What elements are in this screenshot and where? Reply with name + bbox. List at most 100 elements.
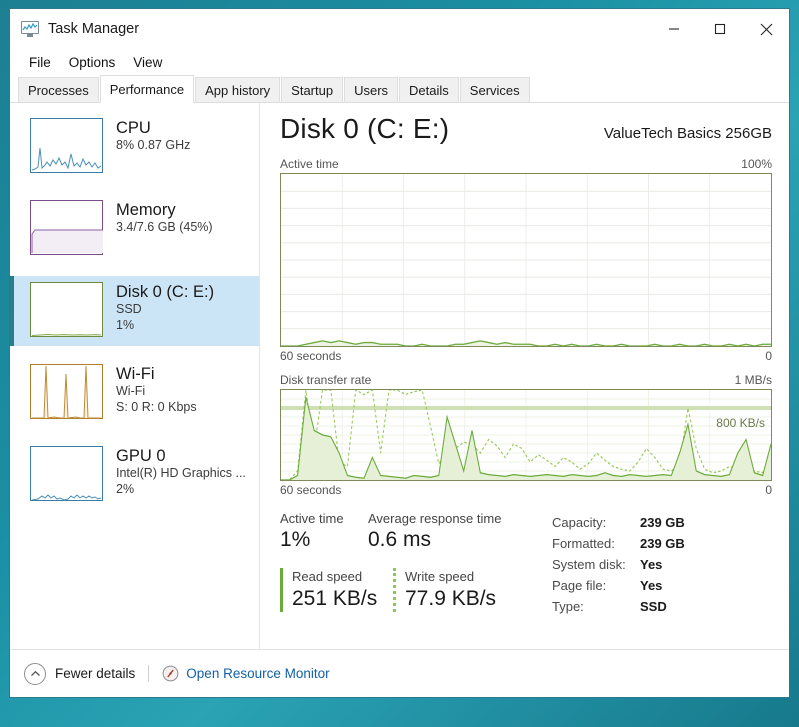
transfer-rate-graph-max: 1 MB/s	[734, 373, 772, 387]
sidebar-item-wifi[interactable]: Wi-Fi Wi-Fi S: 0 R: 0 Kbps	[10, 358, 259, 428]
tab-details[interactable]: Details	[399, 77, 459, 102]
tab-services[interactable]: Services	[459, 77, 530, 102]
sidebar-item-memory[interactable]: Memory 3.4/7.6 GB (45%)	[10, 194, 259, 264]
stat-read-speed-value: 251 KB/s	[292, 587, 378, 610]
detail-row-formatted: Formatted: 239 GB	[552, 533, 685, 554]
sidebar-item-label: Memory	[116, 201, 176, 219]
transfer-rate-footer-right: 0	[765, 483, 772, 497]
stat-average-response-time: Average response time 0.6 ms	[368, 511, 501, 553]
maximize-button[interactable]	[697, 9, 743, 49]
page-title: Disk 0 (C: E:)	[280, 113, 450, 144]
stat-write-speed-value: 77.9 KB/s	[405, 587, 497, 610]
sidebar-item-cpu[interactable]: CPU 8% 0.87 GHz	[10, 112, 259, 182]
sidebar-item-gpu-0[interactable]: GPU 0 Intel(R) HD Graphics ... 2%	[10, 440, 259, 510]
sidebar-item-label: Wi-Fi	[116, 365, 155, 383]
stat-active-time-value: 1%	[280, 528, 311, 551]
menu-item-options[interactable]: Options	[60, 52, 125, 73]
minimize-icon	[669, 28, 679, 30]
stats-right-column: Capacity: 239 GB Formatted: 239 GB Syste…	[532, 511, 685, 617]
menu-item-view[interactable]: View	[124, 52, 171, 73]
detail-value: Yes	[640, 557, 663, 572]
footer-bar: Fewer details Open Resource Monitor	[10, 649, 789, 697]
wifi-thumbnail-graph	[30, 364, 103, 419]
open-resource-monitor-label: Open Resource Monitor	[186, 666, 330, 681]
transfer-rate-graph[interactable]: 800 KB/s	[280, 389, 772, 481]
sidebar-item-label: Disk 0 (C: E:)	[116, 283, 215, 301]
window-title: Task Manager	[48, 21, 140, 37]
window-controls	[651, 9, 789, 49]
detail-value: Yes	[640, 578, 663, 593]
sidebar-item-line1: 3.4/7.6 GB (45%)	[116, 220, 213, 234]
sidebar-item-line2: 1%	[116, 317, 135, 332]
transfer-rate-plot	[281, 390, 771, 480]
sidebar-item-line1: Intel(R) HD Graphics ...	[116, 466, 246, 480]
disk-thumbnail-graph	[30, 282, 103, 337]
title-bar: Task Manager	[10, 9, 789, 49]
transfer-rate-graph-footer: 60 seconds 0	[280, 483, 772, 497]
detail-key: System disk:	[552, 557, 626, 572]
sidebar-item-line1: Wi-Fi	[116, 384, 146, 398]
cpu-thumbnail-graph	[30, 118, 103, 173]
stats-area: Active time 1% Average response time 0.6…	[280, 511, 772, 617]
active-time-graph[interactable]	[280, 173, 772, 347]
transfer-rate-graph-title: Disk transfer rate	[280, 373, 372, 387]
detail-row-system-disk: System disk: Yes	[552, 554, 685, 575]
stat-active-time: Active time 1%	[280, 511, 368, 553]
sidebar-item-line2: S: 0 R: 0 Kbps	[116, 399, 197, 414]
menu-item-file[interactable]: File	[20, 52, 60, 73]
sidebar-item-line1: SSD	[116, 302, 142, 316]
sidebar-item-line1: 8% 0.87 GHz	[116, 138, 191, 152]
tab-processes[interactable]: Processes	[18, 77, 99, 102]
stat-active-time-label: Active time	[280, 511, 344, 526]
detail-value: 239 GB	[640, 515, 685, 530]
open-resource-monitor-link[interactable]: Open Resource Monitor	[162, 665, 330, 682]
detail-value: SSD	[640, 599, 667, 614]
chevron-up-icon	[24, 662, 46, 685]
resource-sidebar: CPU 8% 0.87 GHz Memory 3.4/7.6 GB (45%)	[10, 103, 260, 649]
detail-row-capacity: Capacity: 239 GB	[552, 512, 685, 533]
tab-app-history[interactable]: App history	[195, 77, 281, 102]
menu-bar: File Options View	[10, 49, 789, 75]
detail-key: Page file:	[552, 578, 607, 593]
content-area: CPU 8% 0.87 GHz Memory 3.4/7.6 GB (45%)	[10, 103, 789, 649]
detail-key: Capacity:	[552, 515, 607, 530]
sidebar-item-line2: 2%	[116, 481, 135, 496]
panel-header: Disk 0 (C: E:) ValueTech Basics 256GB	[280, 113, 772, 145]
tab-bar: Processes Performance App history Startu…	[10, 75, 789, 103]
stat-write-speed-label: Write speed	[405, 569, 475, 584]
fewer-details-label: Fewer details	[55, 666, 136, 681]
sidebar-item-label: CPU	[116, 119, 151, 137]
fewer-details-button[interactable]: Fewer details	[24, 662, 136, 685]
active-time-plot	[281, 174, 771, 346]
sidebar-item-label: GPU 0	[116, 447, 166, 465]
device-model: ValueTech Basics 256GB	[603, 125, 772, 142]
tab-performance[interactable]: Performance	[99, 75, 195, 103]
footer-divider	[148, 665, 150, 682]
memory-thumbnail-graph	[30, 200, 103, 255]
gpu-thumbnail-graph	[30, 446, 103, 501]
maximize-icon	[714, 23, 726, 35]
stat-average-response-time-value: 0.6 ms	[368, 528, 432, 551]
performance-detail-panel: Disk 0 (C: E:) ValueTech Basics 256GB Ac…	[260, 103, 789, 649]
detail-value: 239 GB	[640, 536, 685, 551]
detail-key: Formatted:	[552, 536, 615, 551]
active-time-graph-footer: 60 seconds 0	[280, 349, 772, 363]
stats-left-column: Active time 1% Average response time 0.6…	[280, 511, 532, 617]
minimize-button[interactable]	[651, 9, 697, 49]
task-manager-icon	[21, 21, 39, 37]
active-time-graph-max: 100%	[741, 157, 772, 171]
active-time-graph-title: Active time	[280, 157, 339, 171]
stat-average-response-time-label: Average response time	[368, 511, 502, 526]
transfer-rate-graph-labels: Disk transfer rate 1 MB/s	[280, 373, 772, 387]
sidebar-item-disk-0[interactable]: Disk 0 (C: E:) SSD 1%	[10, 276, 259, 346]
close-button[interactable]	[743, 9, 789, 49]
tab-users[interactable]: Users	[344, 77, 399, 102]
tab-startup[interactable]: Startup	[281, 77, 344, 102]
detail-row-page-file: Page file: Yes	[552, 575, 685, 596]
active-time-footer-right: 0	[765, 349, 772, 363]
close-icon	[760, 23, 772, 35]
stat-read-speed-label: Read speed	[292, 569, 363, 584]
active-time-graph-labels: Active time 100%	[280, 157, 772, 171]
active-time-footer-left: 60 seconds	[280, 349, 342, 363]
stat-write-speed: Write speed 77.9 KB/s	[393, 568, 496, 612]
